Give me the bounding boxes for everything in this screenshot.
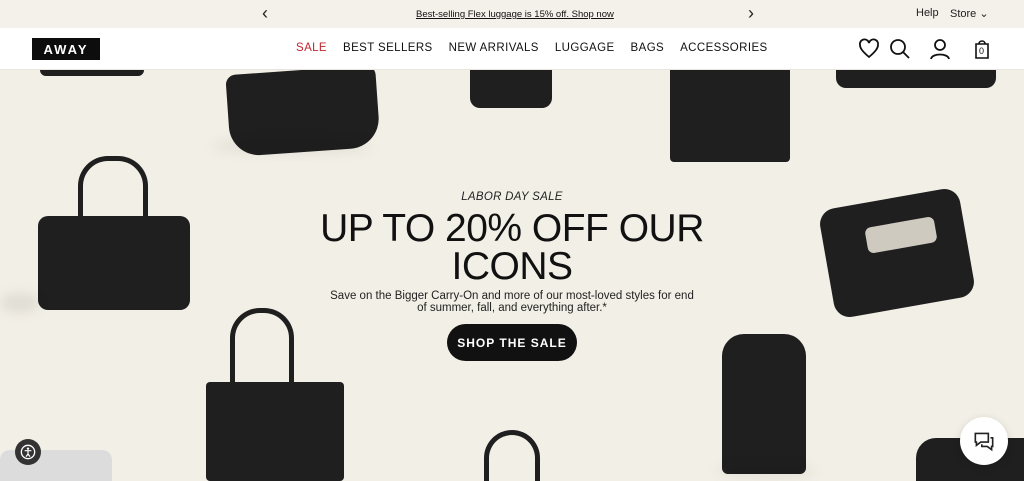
nav-luggage[interactable]: LUGGAGE: [555, 42, 615, 54]
hero-subtext: Save on the Bigger Carry-On and more of …: [0, 290, 1024, 314]
hero-headline-line1: UP TO 20% OFF OUR: [320, 207, 704, 250]
hero-subtext-line2: of summer, fall, and everything after.*: [417, 302, 607, 314]
shadow: [716, 466, 816, 476]
hero-banner: LABOR DAY SALE UP TO 20% OFF OUR ICONS S…: [0, 70, 1024, 481]
nav-best-sellers[interactable]: BEST SELLERS: [343, 42, 433, 54]
next-arrow-icon[interactable]: ›: [748, 4, 754, 22]
shop-the-sale-button[interactable]: SHOP THE SALE: [447, 324, 577, 361]
nav-bags[interactable]: BAGS: [631, 42, 665, 54]
bag-image: [836, 70, 996, 88]
hero-headline: UP TO 20% OFF OUR ICONS: [0, 207, 1024, 288]
chevron-down-icon: ⌄: [979, 8, 989, 20]
cart-icon[interactable]: 0: [970, 37, 994, 61]
nav-sale[interactable]: SALE: [296, 42, 327, 54]
store-dropdown[interactable]: Store ⌄: [950, 7, 989, 20]
prev-arrow-icon[interactable]: ‹: [262, 4, 268, 22]
bag-image: [206, 382, 344, 481]
main-header: AWAY SALE BEST SELLERS NEW ARRIVALS LUGG…: [0, 28, 1024, 70]
nav-accessories[interactable]: ACCESSORIES: [680, 42, 767, 54]
heart-icon[interactable]: [857, 37, 881, 61]
hero-headline-line2: ICONS: [451, 245, 573, 288]
bag-image: [670, 70, 790, 162]
main-nav: SALE BEST SELLERS NEW ARRIVALS LUGGAGE B…: [296, 42, 768, 54]
search-icon[interactable]: [888, 37, 912, 61]
cart-count: 0: [979, 46, 985, 56]
bag-image: [40, 70, 144, 76]
account-icon[interactable]: [928, 37, 952, 61]
hero-subtext-line1: Save on the Bigger Carry-On and more of …: [330, 290, 694, 302]
help-link[interactable]: Help: [916, 7, 939, 19]
accessibility-icon[interactable]: [15, 439, 41, 465]
nav-new-arrivals[interactable]: NEW ARRIVALS: [449, 42, 539, 54]
chat-icon[interactable]: [960, 417, 1008, 465]
bag-handle: [230, 308, 294, 388]
store-label: Store: [950, 8, 977, 20]
bag-image: [722, 334, 806, 474]
shadow: [212, 140, 372, 152]
hero-kicker: LABOR DAY SALE: [461, 191, 563, 203]
bag-image: [470, 70, 552, 108]
announcement-bar: ‹ Best-selling Flex luggage is 15% off. …: [0, 0, 1024, 28]
bag-handle: [484, 430, 540, 481]
logo[interactable]: AWAY: [32, 38, 100, 60]
announcement-link[interactable]: Best-selling Flex luggage is 15% off. Sh…: [416, 9, 614, 20]
